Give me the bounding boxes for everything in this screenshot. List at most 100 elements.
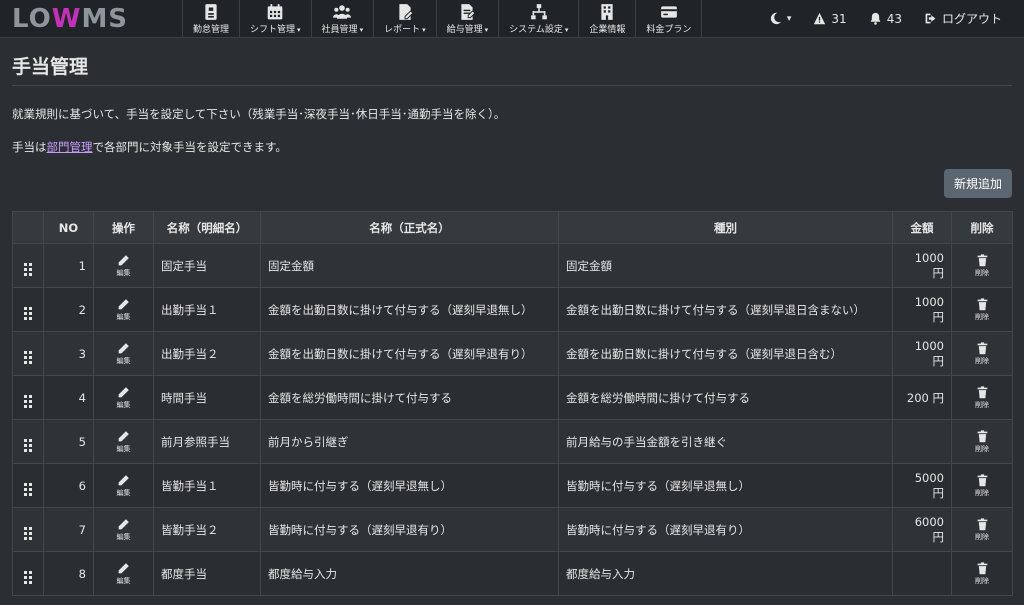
cell-amount: 1000 円 <box>892 287 952 332</box>
logo-text-right: MS <box>81 3 129 34</box>
cell-no: 7 <box>43 507 94 552</box>
logo-text-mid: W <box>51 3 82 34</box>
alerts-button[interactable]: 31 <box>813 11 847 26</box>
nav-item-5[interactable]: システム設定 ▾ <box>498 0 578 37</box>
cell-no: 5 <box>43 419 94 464</box>
brand-logo[interactable]: LO W MS <box>0 0 182 37</box>
trash-icon <box>977 517 987 530</box>
table-row: 3 編集 出勤手当２ 金額を出勤日数に掛けて付与する（遅刻早退有り） 金額を出勤日数に掛… <box>12 331 1013 376</box>
warning-icon <box>814 12 826 25</box>
cell-short-name: 皆勤手当１ <box>153 463 261 508</box>
cell-short-name: 時間手当 <box>153 375 261 420</box>
theme-toggle[interactable]: ▾ <box>769 12 791 25</box>
table-header-row: NO 操作 名称（明細名） 名称（正式名） 種別 金額 削除 <box>12 211 1013 244</box>
cell-type: 金額を総労働時間に掛けて付与する <box>558 375 893 420</box>
delete-button[interactable]: 削除 <box>975 473 989 498</box>
trash-icon <box>977 297 987 310</box>
edit-button[interactable]: 編集 <box>117 298 131 322</box>
header-short-name: 名称（明細名） <box>153 211 261 244</box>
delete-button[interactable]: 削除 <box>975 429 989 454</box>
drag-handle[interactable] <box>12 507 44 552</box>
cell-formal-name: 皆勤時に付与する（遅刻早退有り） <box>260 507 559 552</box>
cell-action: 編集 <box>93 375 154 420</box>
cell-short-name: 固定手当 <box>153 243 261 288</box>
report-icon <box>399 3 414 20</box>
delete-button[interactable]: 削除 <box>975 297 989 322</box>
cell-formal-name: 皆勤時に付与する（遅刻早退無し） <box>260 463 559 508</box>
cell-action: 編集 <box>93 551 154 596</box>
edit-button[interactable]: 編集 <box>117 254 131 278</box>
nav-item-3[interactable]: レポート ▾ <box>373 0 436 37</box>
edit-button[interactable]: 編集 <box>117 474 131 498</box>
edit-label: 編集 <box>116 488 131 497</box>
delete-button[interactable]: 削除 <box>975 561 989 586</box>
edit-button[interactable]: 編集 <box>117 518 131 542</box>
delete-button[interactable]: 削除 <box>975 253 989 278</box>
nav-item-1[interactable]: シフト管理 ▾ <box>239 0 311 37</box>
table-row: 6 編集 皆勤手当１ 皆勤時に付与する（遅刻早退無し） 皆勤時に付与する（遅刻早退無し）… <box>12 463 1013 508</box>
badge-icon <box>205 3 217 20</box>
drag-handle[interactable] <box>12 243 44 288</box>
credit-card-icon <box>661 5 677 18</box>
cell-type: 金額を出勤日数に掛けて付与する（遅刻早退日含まない） <box>558 287 893 332</box>
users-icon <box>333 4 352 19</box>
notifications-button[interactable]: 43 <box>869 12 902 26</box>
cell-action: 編集 <box>93 507 154 552</box>
cell-delete: 削除 <box>951 375 1013 420</box>
pencil-icon <box>118 562 129 573</box>
calendar-icon <box>267 3 283 19</box>
nav-item-label: 給与管理 <box>446 24 483 35</box>
drag-handle[interactable] <box>12 419 44 464</box>
edit-button[interactable]: 編集 <box>117 342 131 366</box>
cell-amount <box>892 551 952 596</box>
cell-action: 編集 <box>93 419 154 464</box>
bell-icon <box>870 12 881 25</box>
drag-handle[interactable] <box>12 287 44 332</box>
caret-down-icon: ▾ <box>484 25 489 34</box>
add-new-button[interactable]: 新規追加 <box>943 169 1012 198</box>
delete-label: 削除 <box>975 312 989 321</box>
cell-delete: 削除 <box>951 331 1013 376</box>
drag-handle[interactable] <box>12 331 44 376</box>
nav-item-4[interactable]: 給与管理 ▾ <box>435 0 499 37</box>
edit-button[interactable]: 編集 <box>117 386 131 410</box>
cell-type: 都度給与入力 <box>558 551 893 596</box>
header-formal-name: 名称（正式名） <box>260 211 559 244</box>
delete-button[interactable]: 削除 <box>975 517 989 542</box>
nav-item-label: レポート <box>384 24 421 35</box>
pencil-icon <box>118 254 129 265</box>
notifications-count: 43 <box>886 11 902 26</box>
cell-no: 6 <box>43 463 94 508</box>
cell-type: 金額を出勤日数に掛けて付与する（遅刻早退日含む） <box>558 331 893 376</box>
cell-short-name: 出勤手当２ <box>153 331 261 376</box>
pencil-icon <box>118 430 129 441</box>
cell-no: 4 <box>43 375 94 420</box>
caret-down-icon: ▾ <box>422 25 426 34</box>
cell-type: 皆勤時に付与する（遅刻早退有り） <box>558 507 893 552</box>
delete-label: 削除 <box>975 532 989 541</box>
cell-formal-name: 固定金額 <box>260 243 559 288</box>
edit-button[interactable]: 編集 <box>117 562 131 586</box>
grip-icon <box>24 263 32 276</box>
edit-label: 編集 <box>116 576 131 585</box>
nav-item-label: 勤怠管理 <box>193 24 230 35</box>
edit-label: 編集 <box>116 444 131 453</box>
department-management-link[interactable]: 部門管理 <box>47 140 93 154</box>
logout-button[interactable]: ログアウト <box>924 10 1002 27</box>
grip-icon <box>24 307 32 320</box>
header-no: NO <box>43 211 94 244</box>
alerts-count: 31 <box>831 11 847 26</box>
edit-button[interactable]: 編集 <box>117 430 131 454</box>
header-action: 操作 <box>93 211 154 244</box>
nav-item-6[interactable]: 企業情報 <box>578 0 635 37</box>
table-row: 4 編集 時間手当 金額を総労働時間に掛けて付与する 金額を総労働時間に掛けて付与する 2… <box>12 375 1013 420</box>
delete-button[interactable]: 削除 <box>975 341 989 366</box>
drag-handle[interactable] <box>12 551 44 596</box>
nav-item-2[interactable]: 社員管理 ▾ <box>310 0 374 37</box>
nav-item-7[interactable]: 料金プラン <box>635 0 703 37</box>
drag-handle[interactable] <box>12 463 44 508</box>
nav-item-0[interactable]: 勤怠管理 <box>182 0 239 37</box>
drag-handle[interactable] <box>12 375 44 420</box>
delete-button[interactable]: 削除 <box>975 385 989 410</box>
cell-action: 編集 <box>93 287 154 332</box>
